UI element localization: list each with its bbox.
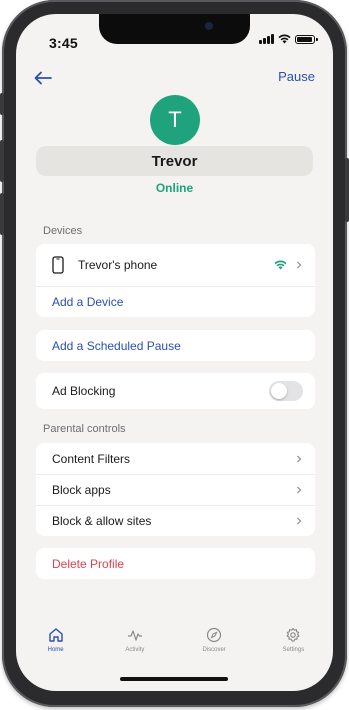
tab-settings[interactable]: Settings bbox=[263, 627, 323, 667]
phone-side-button bbox=[0, 193, 4, 235]
signal-icon bbox=[259, 34, 274, 44]
profile-name[interactable]: Trevor bbox=[36, 146, 313, 176]
tab-activity[interactable]: Activity bbox=[105, 627, 165, 667]
home-indicator bbox=[120, 677, 228, 681]
tab-home[interactable]: Home bbox=[26, 627, 86, 667]
status-time: 3:45 bbox=[49, 35, 78, 51]
tab-home-label: Home bbox=[47, 647, 64, 653]
compass-icon bbox=[207, 627, 222, 643]
content-filters-item[interactable]: Content Filters bbox=[36, 443, 315, 474]
back-arrow-icon[interactable] bbox=[33, 70, 53, 86]
chevron-right-icon bbox=[297, 261, 302, 269]
device-item[interactable]: Trevor's phone bbox=[36, 244, 315, 286]
activity-icon bbox=[127, 630, 142, 641]
delete-profile-button[interactable]: Delete Profile bbox=[36, 548, 315, 579]
phone-icon bbox=[52, 256, 64, 274]
add-device-label: Add a Device bbox=[52, 295, 124, 309]
pause-button[interactable]: Pause bbox=[278, 69, 315, 84]
block-apps-item[interactable]: Block apps bbox=[36, 474, 315, 505]
tab-settings-label: Settings bbox=[282, 647, 305, 653]
ad-blocking-label: Ad Blocking bbox=[52, 384, 116, 398]
devices-card: Trevor's phone Add a Device bbox=[36, 244, 315, 317]
gear-icon bbox=[286, 627, 300, 642]
ad-blocking-toggle[interactable] bbox=[269, 381, 303, 401]
chevron-right-icon bbox=[297, 486, 302, 494]
status-badge: Online bbox=[155, 181, 194, 195]
avatar: T bbox=[150, 95, 200, 145]
delete-profile-card: Delete Profile bbox=[36, 548, 315, 579]
status-icons bbox=[259, 34, 318, 44]
ad-blocking-row: Ad Blocking bbox=[36, 373, 315, 409]
chevron-right-icon bbox=[297, 517, 302, 525]
scheduled-pause-card: Add a Scheduled Pause bbox=[36, 330, 315, 361]
add-scheduled-pause-label: Add a Scheduled Pause bbox=[52, 338, 181, 353]
add-scheduled-pause-button[interactable]: Add a Scheduled Pause bbox=[36, 330, 315, 361]
battery-icon bbox=[295, 34, 318, 44]
notch bbox=[99, 14, 250, 44]
tab-activity-label: Activity bbox=[125, 647, 145, 653]
content-filters-label: Content Filters bbox=[52, 451, 131, 466]
block-apps-label: Block apps bbox=[52, 483, 111, 497]
phone-side-button bbox=[345, 158, 349, 222]
camera-icon bbox=[205, 22, 213, 30]
tab-discover-label: Discover bbox=[202, 647, 226, 653]
tab-bar: Home Activity Discover Settings bbox=[16, 627, 333, 667]
tab-discover[interactable]: Discover bbox=[184, 627, 244, 667]
wifi-icon bbox=[274, 260, 287, 270]
parental-controls-card: Content Filters Block apps Block & allow… bbox=[36, 443, 315, 536]
phone-side-button bbox=[0, 140, 4, 182]
devices-section-title: Devices bbox=[43, 225, 83, 237]
add-device-button[interactable]: Add a Device bbox=[36, 286, 315, 317]
ad-blocking-card: Ad Blocking bbox=[36, 373, 315, 409]
block-allow-sites-item[interactable]: Block & allow sites bbox=[36, 505, 315, 536]
chevron-right-icon bbox=[297, 455, 302, 462]
app-screen: 3:45 Pause T Trevor Online Devices Trevo… bbox=[16, 14, 333, 691]
delete-profile-label: Delete Profile bbox=[52, 556, 125, 571]
block-allow-sites-label: Block & allow sites bbox=[52, 514, 152, 528]
wifi-status-icon bbox=[278, 34, 291, 44]
home-icon bbox=[48, 628, 63, 642]
device-name: Trevor's phone bbox=[78, 258, 158, 272]
phone-side-button bbox=[0, 93, 4, 115]
parental-controls-section-title: Parental controls bbox=[43, 423, 126, 435]
